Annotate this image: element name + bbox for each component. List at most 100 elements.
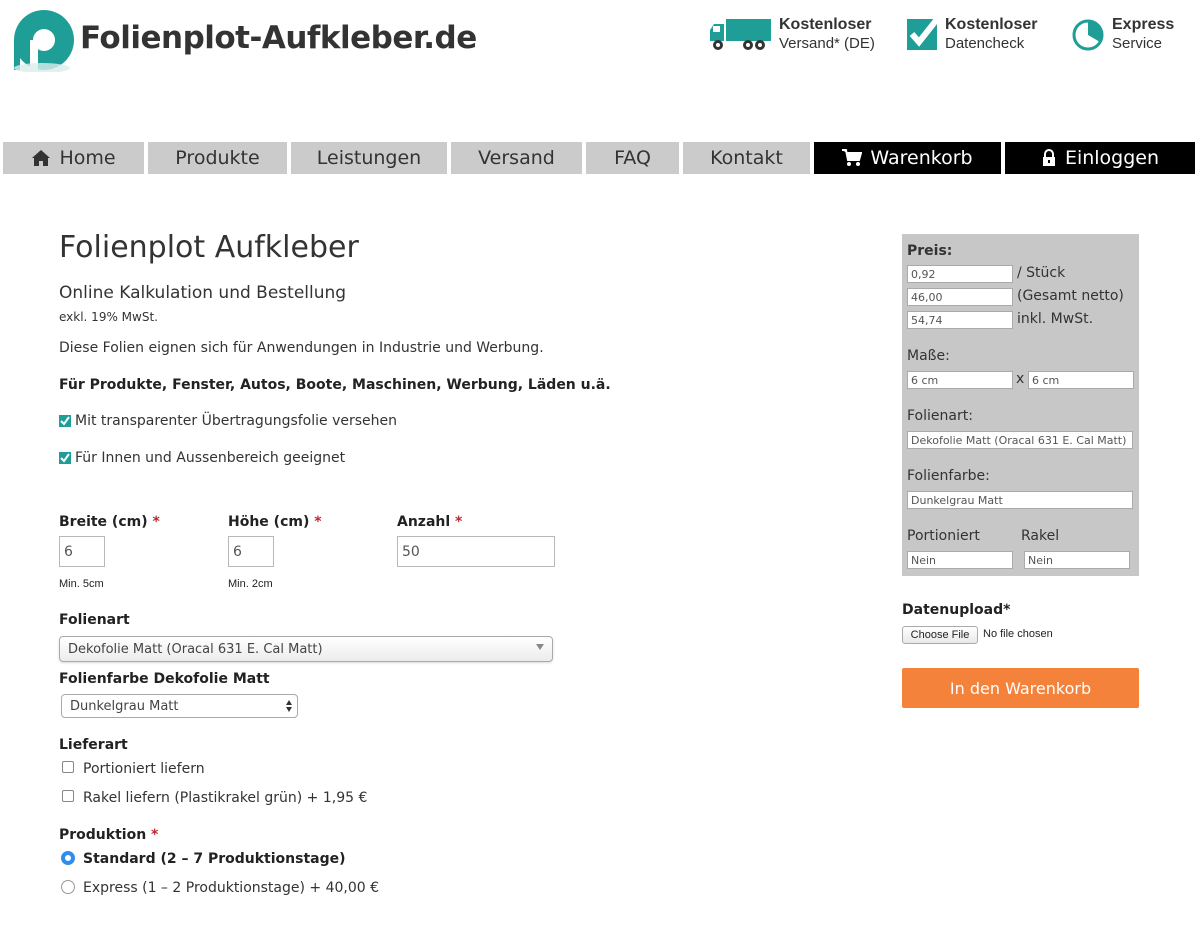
file-status: No file chosen xyxy=(983,628,1053,640)
nav-leistungen[interactable]: Leistungen xyxy=(291,142,447,174)
standard-radio[interactable] xyxy=(61,851,75,865)
nav-produkte-label: Produkte xyxy=(175,147,260,169)
required-mark: * xyxy=(152,514,160,530)
nav-home[interactable]: Home xyxy=(3,142,144,174)
price-summary-panel: Preis: 0,92 / Stück 46,00 (Gesamt netto)… xyxy=(902,234,1139,576)
masse-height-field: 6 cm xyxy=(1028,371,1134,389)
breite-label: Breite (cm) * xyxy=(59,514,160,530)
folienart-select[interactable]: Dekofolie Matt (Oracal 631 E. Cal Matt) xyxy=(59,636,553,662)
tax-note: exkl. 19% MwSt. xyxy=(59,310,158,324)
product-description: Diese Folien eignen sich für Anwendungen… xyxy=(59,340,544,356)
price-per-piece-field: 0,92 xyxy=(907,265,1013,283)
anzahl-label-text: Anzahl xyxy=(397,514,451,530)
nav-leistungen-label: Leistungen xyxy=(316,147,422,169)
masse-label: Maße: xyxy=(907,348,950,364)
hoehe-input[interactable]: 6 xyxy=(228,536,274,567)
nav-einloggen[interactable]: Einloggen xyxy=(1005,142,1195,174)
checked-box-icon xyxy=(59,452,71,464)
price-total-net-suffix: (Gesamt netto) xyxy=(1017,288,1124,304)
price-per-piece-suffix: / Stück xyxy=(1017,265,1066,281)
usp-bold-text: Kostenloser xyxy=(945,16,1038,33)
hoehe-label-text: Höhe (cm) xyxy=(228,514,310,530)
nav-warenkorb[interactable]: Warenkorb xyxy=(814,142,1001,174)
rakel-checkbox[interactable] xyxy=(62,790,74,802)
nav-versand-label: Versand xyxy=(478,147,555,169)
checkmark-icon xyxy=(907,16,940,50)
folienfarbe-selected: Dunkelgrau Matt xyxy=(70,698,179,714)
feature-text: Für Innen und Aussenbereich geeignet xyxy=(75,450,346,466)
page-subtitle: Online Kalkulation und Bestellung xyxy=(59,283,347,303)
required-mark: * xyxy=(455,514,463,530)
anzahl-input[interactable]: 50 xyxy=(397,536,555,567)
masse-separator: x xyxy=(1016,371,1025,387)
summary-portioniert-label: Portioniert xyxy=(907,528,980,544)
usp-bold-text: Kostenloser xyxy=(779,16,872,33)
usp-free-shipping: Kostenloser Versand* (DE) xyxy=(708,16,890,56)
summary-rakel-label: Rakel xyxy=(1021,528,1060,544)
logo-text: Folienplot-Aufkleber.de xyxy=(80,20,477,56)
nav-home-label: Home xyxy=(59,147,116,169)
usp-express-service: Express Service xyxy=(1072,16,1192,56)
main-navigation: Home Produkte Leistungen Versand FAQ Kon… xyxy=(0,142,1198,174)
truck-icon xyxy=(710,19,771,50)
select-up-arrow-icon xyxy=(286,700,292,705)
nav-faq[interactable]: FAQ xyxy=(586,142,679,174)
choose-file-button[interactable]: Choose File xyxy=(902,626,978,644)
folienfarbe-select[interactable]: Dunkelgrau Matt xyxy=(61,694,298,718)
express-option-label[interactable]: Express (1 – 2 Produktionstage) + 40,00 … xyxy=(83,880,379,896)
nav-kontakt-label: Kontakt xyxy=(710,147,783,169)
logo-mark-icon xyxy=(14,10,74,72)
summary-portioniert-field: Nein xyxy=(907,551,1013,569)
summary-folienart-label: Folienart: xyxy=(907,408,973,424)
express-radio[interactable] xyxy=(61,880,75,894)
select-down-arrow-icon xyxy=(286,707,292,712)
summary-rakel-field: Nein xyxy=(1024,551,1130,569)
lieferart-label: Lieferart xyxy=(59,737,128,753)
nav-faq-label: FAQ xyxy=(614,147,651,169)
produktion-label: Produktion * xyxy=(59,827,158,843)
required-mark: * xyxy=(314,514,322,530)
usp-bold-text: Express xyxy=(1112,16,1175,33)
folienart-label: Folienart xyxy=(59,612,130,628)
clock-icon xyxy=(1072,19,1104,51)
produktion-label-text: Produktion xyxy=(59,827,147,843)
price-gross-field: 54,74 xyxy=(907,311,1013,329)
feature-text: Mit transparenter Übertragungsfolie vers… xyxy=(75,413,398,429)
product-use-cases: Für Produkte, Fenster, Autos, Boote, Mas… xyxy=(59,377,611,393)
nav-produkte[interactable]: Produkte xyxy=(148,142,287,174)
usp-data-check: Kostenloser Datencheck xyxy=(906,16,1056,56)
upload-label: Datenupload* xyxy=(902,602,1011,618)
portioniert-checkbox[interactable] xyxy=(62,761,74,773)
portioniert-option-label[interactable]: Portioniert liefern xyxy=(83,761,205,777)
breite-label-text: Breite (cm) xyxy=(59,514,148,530)
feature-item: Mit transparenter Übertragungsfolie vers… xyxy=(59,413,397,429)
checked-box-icon xyxy=(59,415,71,427)
nav-kontakt[interactable]: Kontakt xyxy=(683,142,810,174)
hoehe-label: Höhe (cm) * xyxy=(228,514,322,530)
hoehe-hint: Min. 2cm xyxy=(228,578,273,590)
folienfarbe-label: Folienfarbe Dekofolie Matt xyxy=(59,671,270,687)
masse-width-field: 6 cm xyxy=(907,371,1013,389)
feature-item: Für Innen und Aussenbereich geeignet xyxy=(59,450,345,466)
summary-folienfarbe-field: Dunkelgrau Matt xyxy=(907,491,1133,509)
nav-einloggen-label: Einloggen xyxy=(1064,147,1160,169)
rakel-option-label[interactable]: Rakel liefern (Plastikrakel grün) + 1,95… xyxy=(83,790,367,806)
dropdown-arrow-icon xyxy=(536,644,544,650)
home-icon xyxy=(32,150,51,166)
nav-warenkorb-label: Warenkorb xyxy=(870,147,973,169)
nav-versand[interactable]: Versand xyxy=(451,142,582,174)
lock-icon xyxy=(1042,149,1055,166)
add-to-cart-button[interactable]: In den Warenkorb xyxy=(902,668,1139,708)
usp-normal-text: Versand* (DE) xyxy=(779,35,875,52)
breite-hint: Min. 5cm xyxy=(59,578,104,590)
standard-option-label[interactable]: Standard (2 – 7 Produktionstage) xyxy=(83,851,346,867)
anzahl-label: Anzahl * xyxy=(397,514,462,530)
cart-icon xyxy=(842,149,863,166)
summary-folienfarbe-label: Folienfarbe: xyxy=(907,468,990,484)
usp-normal-text: Datencheck xyxy=(945,35,1025,52)
required-mark: * xyxy=(151,827,159,843)
site-logo[interactable]: Folienplot-Aufkleber.de xyxy=(12,6,477,76)
preis-label: Preis: xyxy=(907,243,953,259)
breite-input[interactable]: 6 xyxy=(59,536,105,567)
usp-normal-text: Service xyxy=(1112,35,1163,52)
